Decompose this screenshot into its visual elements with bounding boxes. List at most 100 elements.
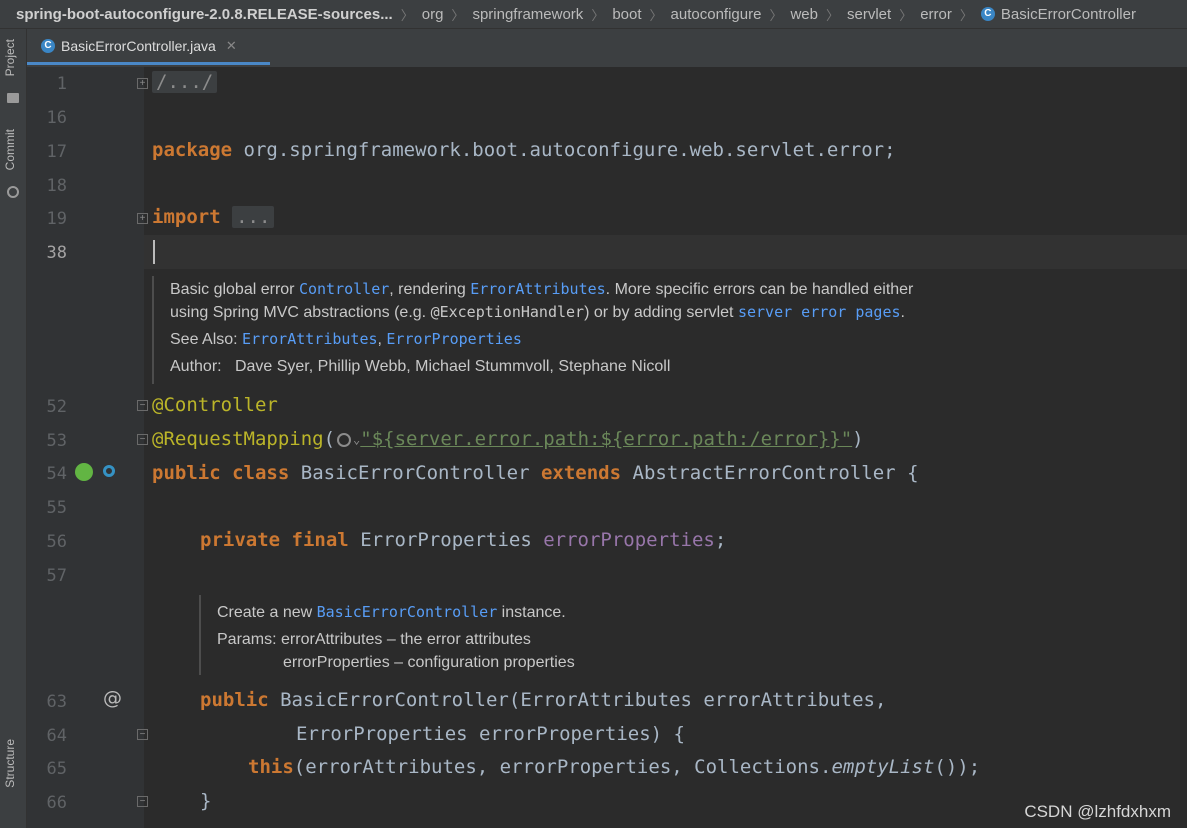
keyword-public: public [152,462,221,484]
breadcrumb-item-error[interactable]: 〉 error [891,5,952,24]
fold-expand-icon[interactable]: + [137,213,148,224]
doc-rule [152,276,154,384]
watermark: CSDN @lzhfdxhxm [1024,802,1171,821]
spring-bean-icon[interactable] [75,463,93,481]
code-line-66: } [200,790,211,812]
line-number: 54 [46,464,67,484]
breadcrumb-item-jar[interactable]: spring-boot-autoconfigure-2.0.8.RELEASE-… [16,6,393,23]
param-name: errorProperties) { [479,723,685,745]
doc-link[interactable]: ErrorProperties [386,330,521,348]
structure-tab-label: Structure [3,739,17,788]
doc-link[interactable]: ErrorAttributes [470,280,605,298]
breadcrumb-item-web[interactable]: 〉 web [761,5,818,24]
call-end: ()); [934,756,981,778]
autowired-at-icon[interactable]: @ [103,687,122,709]
constructor-name: BasicErrorController [280,689,509,711]
commit-tool-tab[interactable]: Commit [3,129,17,170]
chevron-right-icon: 〉 [826,7,840,23]
semicolon: ; [884,139,896,161]
breadcrumb-label: web [790,5,818,23]
breadcrumb-label: error [920,5,952,23]
doc-label: Author: [170,358,222,375]
static-method: emptyList [831,756,935,778]
doc-see-also: See Also: ErrorAttributes, ErrorProperti… [170,328,913,351]
brace: { [907,462,919,484]
class-icon: C [980,7,995,21]
doc-line: Basic global error Controller, rendering… [170,278,913,301]
project-tool-tab[interactable]: Project [3,39,17,76]
line-number: 18 [46,176,67,196]
line-number: 16 [46,108,67,128]
brace: } [200,790,212,812]
doc-text: using Spring MVC abstractions (e.g. [170,304,431,321]
fold-collapse-icon[interactable]: − [137,400,148,411]
chevron-right-icon: 〉 [959,7,973,23]
doc-link[interactable]: BasicErrorController [317,603,498,621]
code-line-63: public BasicErrorController(ErrorAttribu… [200,689,886,711]
doc-link[interactable]: server error pages [738,303,901,321]
close-icon[interactable]: ✕ [226,38,237,54]
code-line-54: public class BasicErrorController extend… [152,462,919,484]
text-caret [153,240,155,264]
chevron-right-icon: 〉 [769,7,783,23]
constructor-javadoc: Create a new BasicErrorController instan… [217,601,575,674]
package-name: org.springframework.boot.autoconfigure.w… [243,139,885,161]
current-line-highlight [144,235,1187,269]
code-editor[interactable]: 1 16 17 18 19 38 52 53 54 55 56 57 63 64… [27,67,1187,828]
editor-tab-bar: C BasicErrorController.java ✕ [27,29,1187,68]
line-number: 57 [46,566,67,586]
breadcrumb-label: autoconfigure [670,5,762,23]
breadcrumb-item-org[interactable]: 〉 org [393,5,444,24]
code-line-17: package org.springframework.boot.autocon… [152,139,896,161]
doc-rule [199,595,201,675]
paren: ( [323,428,336,450]
breadcrumb-item-boot[interactable]: 〉 boot [583,5,641,24]
field-name: errorProperties [543,529,715,551]
doc-text: ) or by adding servlet [584,304,738,321]
code-line-64: ErrorProperties errorProperties) { [296,723,685,745]
doc-text: . More specific errors can be handled ei… [605,281,914,298]
doc-line: using Spring MVC abstractions (e.g. @Exc… [170,301,913,324]
globe-icon[interactable] [337,432,352,447]
doc-line: errorProperties – configuration properti… [217,651,575,674]
breadcrumb-item-springframework[interactable]: 〉 springframework [443,5,583,24]
breadcrumb-item-class[interactable]: 〉 C BasicErrorController [952,5,1136,24]
line-number: 1 [56,74,67,94]
doc-text: Basic global error [170,281,299,298]
editor-tab-basic-error-controller[interactable]: C BasicErrorController.java ✕ [27,29,270,65]
breadcrumb-item-servlet[interactable]: 〉 servlet [818,5,891,24]
breadcrumb-item-autoconfigure[interactable]: 〉 autoconfigure [642,5,762,24]
breadcrumb-label: springframework [472,5,584,23]
folded-region[interactable]: /.../ [152,71,218,93]
superclass-name: AbstractErrorController [632,462,896,484]
chevron-right-icon: 〉 [400,7,414,23]
line-number: 66 [46,793,67,813]
breadcrumb-label: org [421,5,444,23]
breadcrumb: spring-boot-autoconfigure-2.0.8.RELEASE-… [0,0,1187,29]
commit-icon [7,186,19,198]
doc-label: Params: [217,631,277,648]
line-number: 56 [46,532,67,552]
breadcrumb-label: spring-boot-autoconfigure-2.0.8.RELEASE-… [16,5,393,23]
tab-file-name: BasicErrorController.java [61,37,216,54]
code-line-19: import ... [152,206,275,228]
doc-link[interactable]: Controller [299,280,389,298]
keyword-import: import [152,206,221,228]
line-number: 55 [46,498,67,518]
structure-tool-tab[interactable]: Structure [3,739,17,788]
paren: ( [508,689,521,711]
doc-link[interactable]: ErrorAttributes [242,330,377,348]
code-line-52: @Controller [152,394,278,416]
line-number: 53 [46,431,67,451]
fold-expand-icon[interactable]: + [137,78,148,89]
chevron-right-icon: 〉 [591,7,605,23]
overrides-method-icon[interactable] [103,465,115,477]
fold-collapse-icon[interactable]: − [137,729,148,740]
annotation-controller: @Controller [152,394,278,416]
doc-params: Params: errorAttributes – the error attr… [217,628,575,651]
fold-collapse-icon[interactable]: − [137,796,148,807]
chevron-right-icon: 〉 [649,7,663,23]
folded-imports[interactable]: ... [232,206,275,228]
fold-collapse-icon[interactable]: − [137,434,148,445]
doc-line: Create a new BasicErrorController instan… [217,601,575,624]
